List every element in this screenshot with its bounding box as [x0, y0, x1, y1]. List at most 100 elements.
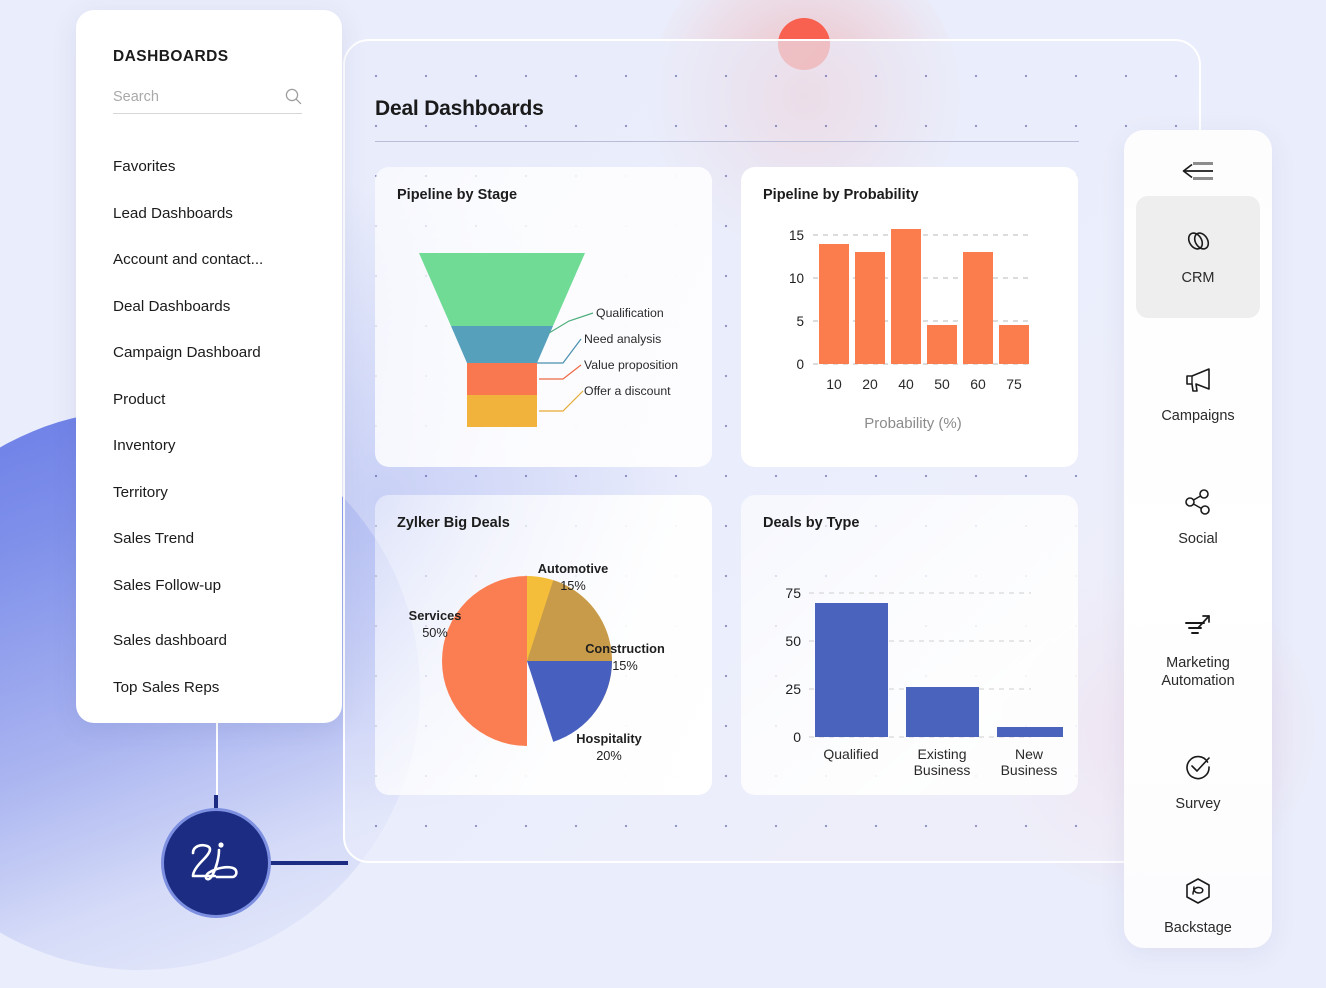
xtick-new-business-2: Business	[1001, 762, 1058, 778]
rail-label-crm: CRM	[1181, 270, 1215, 286]
funnel-label-offer-a-discount: Offer a discount	[584, 384, 671, 398]
rail-item-campaigns[interactable]: Campaigns	[1136, 346, 1260, 442]
share-nodes-icon	[1183, 487, 1213, 517]
ytick-25: 25	[785, 681, 801, 697]
zia-assistant-button[interactable]	[161, 808, 271, 918]
dashboard-card-grid: Pipeline by Stage Qualification Need ana…	[375, 167, 1169, 795]
funnel-segment-qualification	[419, 253, 585, 326]
bar-chart-probability: 15 10 5 0 10 20 40 50 60 75 Probability …	[763, 203, 1058, 453]
xtick-existing-business-2: Business	[914, 762, 971, 778]
ytick-75: 75	[785, 585, 801, 601]
collapse-rail-button[interactable]	[1124, 148, 1272, 196]
card-deals-by-type[interactable]: Deals by Type 75 50 25 0 Qualified Exist…	[741, 495, 1078, 795]
funnel-segment-need-analysis	[451, 326, 553, 363]
ytick-15: 15	[789, 228, 804, 243]
rail-item-social[interactable]: Social	[1136, 469, 1260, 565]
rail-spacer-3	[1124, 571, 1272, 593]
sidebar-item-favorites[interactable]: Favorites	[113, 144, 342, 191]
hexagon-icon	[1183, 876, 1213, 906]
card-title-zylker-big-deals: Zylker Big Deals	[397, 515, 510, 531]
rail-label-marketing-automation: Marketing Automation	[1161, 655, 1235, 689]
zia-logo-icon	[185, 838, 247, 888]
bar-20	[855, 252, 885, 364]
callout-line-value-proposition	[539, 364, 582, 380]
check-circle-icon	[1183, 752, 1213, 782]
funnel-chart: Qualification Need analysis Value propos…	[397, 203, 692, 438]
dashboards-sidebar: DASHBOARDS Favorites Lead Dashboards Acc…	[76, 10, 342, 723]
xtick-60: 60	[970, 376, 986, 392]
page-title: Deal Dashboards	[375, 97, 544, 120]
sidebar-item-deal-dashboards[interactable]: Deal Dashboards	[113, 284, 342, 331]
xtick-20: 20	[862, 376, 878, 392]
sidebar-nav: Favorites Lead Dashboards Account and co…	[113, 144, 342, 711]
rail-spacer-4	[1124, 712, 1272, 734]
ytick-5: 5	[796, 314, 804, 329]
funnel-segment-value-proposition	[467, 363, 537, 395]
ytick-10: 10	[789, 271, 804, 286]
pie-label-automotive: Automotive	[538, 561, 608, 576]
rail-spacer-5	[1124, 836, 1272, 858]
xtick-40: 40	[898, 376, 914, 392]
sidebar-item-territory[interactable]: Territory	[113, 470, 342, 517]
bar-40	[891, 229, 921, 364]
app-switcher-rail: CRM Campaigns Social Marketing Automatio…	[1124, 130, 1272, 948]
funnel-label-qualification: Qualification	[596, 306, 664, 320]
sidebar-item-product[interactable]: Product	[113, 377, 342, 424]
trending-arrow-icon	[1182, 611, 1214, 641]
card-pipeline-by-stage[interactable]: Pipeline by Stage Qualification Need ana…	[375, 167, 712, 467]
sidebar-item-lead-dashboards[interactable]: Lead Dashboards	[113, 191, 342, 238]
bar-existing-business	[906, 687, 979, 737]
rail-label-campaigns: Campaigns	[1161, 407, 1235, 424]
bar-10	[819, 244, 849, 364]
bar-qualified	[815, 603, 888, 737]
xtick-qualified: Qualified	[823, 746, 878, 762]
xtick-10: 10	[826, 376, 842, 392]
funnel-label-value-proposition: Value proposition	[584, 358, 678, 372]
rail-spacer-1	[1124, 324, 1272, 346]
sidebar-item-inventory[interactable]: Inventory	[113, 423, 342, 470]
pie-label-hospitality: Hospitality	[576, 731, 642, 746]
bar-50	[927, 325, 957, 364]
pie-value-services: 50%	[422, 625, 448, 640]
sidebar-heading: DASHBOARDS	[113, 48, 229, 65]
rail-item-backstage[interactable]: Backstage	[1136, 858, 1260, 954]
pie-value-automotive: 15%	[560, 578, 586, 593]
megaphone-icon	[1182, 364, 1214, 394]
rail-spacer-2	[1124, 447, 1272, 469]
pie-slice-services	[442, 576, 527, 746]
sidebar-item-sales-follow-up[interactable]: Sales Follow-up	[113, 563, 342, 610]
bar-75	[999, 325, 1029, 364]
pie-label-services: Services	[409, 608, 462, 623]
dashboard-panel: Deal Dashboards Pipeline by Stage Qualif…	[343, 39, 1201, 863]
xtick-new-business-1: New	[1015, 746, 1044, 762]
card-zylker-big-deals[interactable]: Zylker Big Deals Automotive 15% Construc…	[375, 495, 712, 795]
collapse-left-icon	[1181, 160, 1215, 182]
search-row[interactable]	[113, 88, 302, 114]
link-chain-icon	[1183, 226, 1213, 256]
pie-value-hospitality: 20%	[596, 748, 622, 763]
rail-item-marketing-automation[interactable]: Marketing Automation	[1136, 593, 1260, 706]
xaxis-label-probability: Probability (%)	[864, 415, 962, 432]
card-title-pipeline-by-probability: Pipeline by Probability	[763, 187, 919, 203]
search-input[interactable]	[113, 88, 263, 105]
pie-value-construction: 15%	[612, 658, 638, 673]
sidebar-item-campaign-dashboard[interactable]: Campaign Dashboard	[113, 330, 342, 377]
funnel-segment-offer-a-discount	[467, 395, 537, 427]
sidebar-item-sales-trend[interactable]: Sales Trend	[113, 516, 342, 563]
search-icon[interactable]	[285, 88, 302, 105]
zia-connector-horizontal	[268, 861, 348, 865]
card-title-deals-by-type: Deals by Type	[763, 515, 860, 531]
funnel-label-need-analysis: Need analysis	[584, 332, 661, 346]
rail-label-social: Social	[1178, 531, 1218, 548]
bar-new-business	[997, 727, 1063, 737]
sidebar-item-account-and-contact[interactable]: Account and contact...	[113, 237, 342, 284]
xtick-existing-business-1: Existing	[917, 746, 966, 762]
card-pipeline-by-probability[interactable]: Pipeline by Probability 15 10 5 0 10 20 …	[741, 167, 1078, 467]
sidebar-item-top-sales-reps[interactable]: Top Sales Reps	[113, 665, 342, 712]
card-title-pipeline-by-stage: Pipeline by Stage	[397, 187, 518, 203]
ytick-0: 0	[793, 729, 801, 745]
rail-item-survey[interactable]: Survey	[1136, 734, 1260, 830]
rail-item-crm[interactable]: CRM	[1136, 196, 1260, 318]
sidebar-item-sales-dashboard[interactable]: Sales dashboard	[113, 618, 342, 665]
bar-60	[963, 252, 993, 364]
